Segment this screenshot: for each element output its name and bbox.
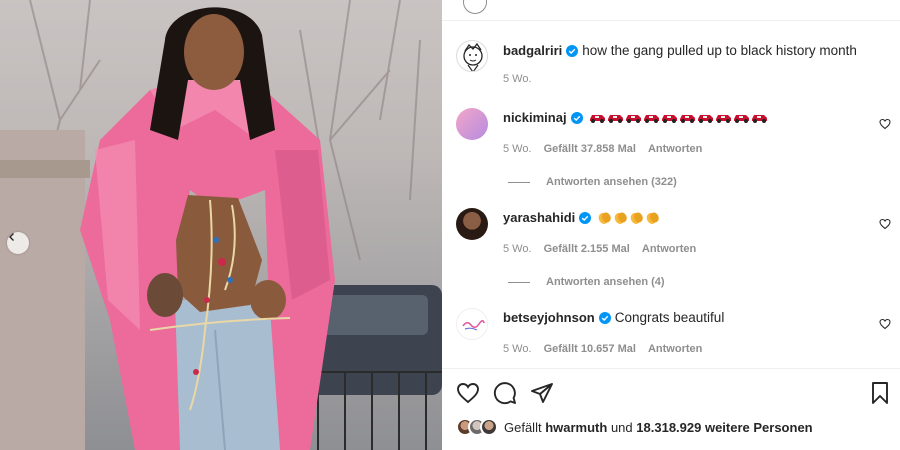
- post-photo-illustration: [0, 0, 442, 450]
- view-replies-label: Antworten ansehen (4): [546, 276, 665, 288]
- comment-meta-nickiminaj: 5 Wo. Gefällt 37.858 Mal Antworten: [503, 143, 711, 155]
- comments-panel: badgalriri how the gang pulled up to bla…: [442, 0, 900, 450]
- view-replies-nickiminaj[interactable]: Antworten ansehen (322): [508, 176, 677, 188]
- race-car-emoji-icon: [661, 115, 677, 123]
- race-car-emoji-icon: [679, 115, 695, 123]
- comment-username[interactable]: nickiminaj: [503, 110, 567, 125]
- verified-badge-icon: [566, 44, 579, 57]
- caption-time: 5 Wo.: [503, 73, 532, 85]
- comment-line-betseyjohnson: betseyjohnson Congrats beautiful: [503, 310, 724, 325]
- replies-line: [508, 181, 530, 183]
- author-avatar-drawing: [463, 42, 483, 71]
- comment-text: Congrats beautiful: [614, 310, 725, 325]
- race-car-emoji-icon: [715, 115, 731, 123]
- caption-meta: 5 Wo.: [503, 73, 541, 85]
- liker-avatar: [480, 418, 498, 436]
- commenter-avatar-yarashahidi[interactable]: [456, 208, 488, 240]
- comment-username[interactable]: yarashahidi: [503, 210, 575, 225]
- comment-likes-count[interactable]: Gefällt 2.155 Mal: [544, 243, 630, 255]
- bookmark-icon[interactable]: [868, 381, 892, 405]
- comment-like-heart-icon[interactable]: [879, 118, 891, 130]
- race-car-emoji-icon: [643, 115, 659, 123]
- reply-button[interactable]: Antworten: [648, 143, 702, 155]
- race-car-emoji-icon: [697, 115, 713, 123]
- race-car-emoji-icon: [733, 115, 749, 123]
- likes-user[interactable]: hwarmuth: [545, 420, 607, 435]
- likes-text: Gefällt hwarmuth und 18.318.929 weitere …: [504, 420, 813, 435]
- comment-icon[interactable]: [493, 381, 517, 405]
- likes-summary: Gefällt hwarmuth und 18.318.929 weitere …: [456, 418, 813, 436]
- clapping-hands-emoji-icon: [598, 212, 612, 224]
- race-car-emoji-icon: [589, 115, 605, 123]
- caption-username[interactable]: badgalriri: [503, 43, 562, 58]
- comment-line-nickiminaj: nickiminaj: [503, 110, 768, 125]
- verified-badge-icon: [579, 211, 592, 224]
- comment-time: 5 Wo.: [503, 143, 532, 155]
- likes-middle: und: [610, 419, 633, 435]
- commenter-avatar-nickiminaj[interactable]: [456, 108, 488, 140]
- clapping-emoji-row: [597, 210, 660, 225]
- comment-username[interactable]: betseyjohnson: [503, 310, 595, 325]
- clapping-hands-emoji-icon: [630, 212, 644, 224]
- previous-avatar-stub: [463, 0, 487, 14]
- clapping-hands-emoji-icon: [614, 212, 628, 224]
- paper-plane-icon[interactable]: [530, 381, 554, 405]
- post-photo: [0, 0, 442, 450]
- heart-icon[interactable]: [456, 381, 480, 405]
- view-replies-yarashahidi[interactable]: Antworten ansehen (4): [508, 276, 665, 288]
- carousel-prev-button[interactable]: [7, 232, 29, 254]
- race-car-emoji-icon: [751, 115, 767, 123]
- reply-button[interactable]: Antworten: [642, 243, 696, 255]
- verified-badge-icon: [598, 311, 611, 324]
- comment-meta-yarashahidi: 5 Wo. Gefällt 2.155 Mal Antworten: [503, 243, 705, 255]
- race-car-emoji-row: [589, 112, 768, 123]
- clapping-hands-emoji-icon: [646, 212, 660, 224]
- betsey-logo-drawing: [462, 320, 485, 331]
- comment-time: 5 Wo.: [503, 343, 532, 355]
- comment-line-yarashahidi: yarashahidi: [503, 210, 660, 225]
- comment-like-heart-icon[interactable]: [879, 318, 891, 330]
- likes-count[interactable]: 18.318.929 weitere Personen: [636, 420, 812, 435]
- caption-line: badgalriri how the gang pulled up to bla…: [503, 43, 857, 58]
- divider: [442, 368, 900, 369]
- race-car-emoji-icon: [625, 115, 641, 123]
- commenter-avatar-betseyjohnson[interactable]: [456, 308, 488, 340]
- caption-text: how the gang pulled up to black history …: [582, 43, 857, 58]
- comment-like-heart-icon[interactable]: [879, 218, 891, 230]
- chevron-left-icon: [9, 233, 14, 241]
- comment-likes-count[interactable]: Gefällt 10.657 Mal: [544, 343, 636, 355]
- divider: [442, 20, 900, 21]
- likes-prefix: Gefällt: [504, 419, 542, 435]
- comment-meta-betseyjohnson: 5 Wo. Gefällt 10.657 Mal Antworten: [503, 343, 711, 355]
- author-avatar[interactable]: [456, 40, 488, 72]
- race-car-emoji-icon: [607, 115, 623, 123]
- replies-line: [508, 281, 530, 283]
- reply-button[interactable]: Antworten: [648, 343, 702, 355]
- view-replies-label: Antworten ansehen (322): [546, 176, 677, 188]
- comment-likes-count[interactable]: Gefällt 37.858 Mal: [544, 143, 636, 155]
- verified-badge-icon: [570, 111, 583, 124]
- comment-time: 5 Wo.: [503, 243, 532, 255]
